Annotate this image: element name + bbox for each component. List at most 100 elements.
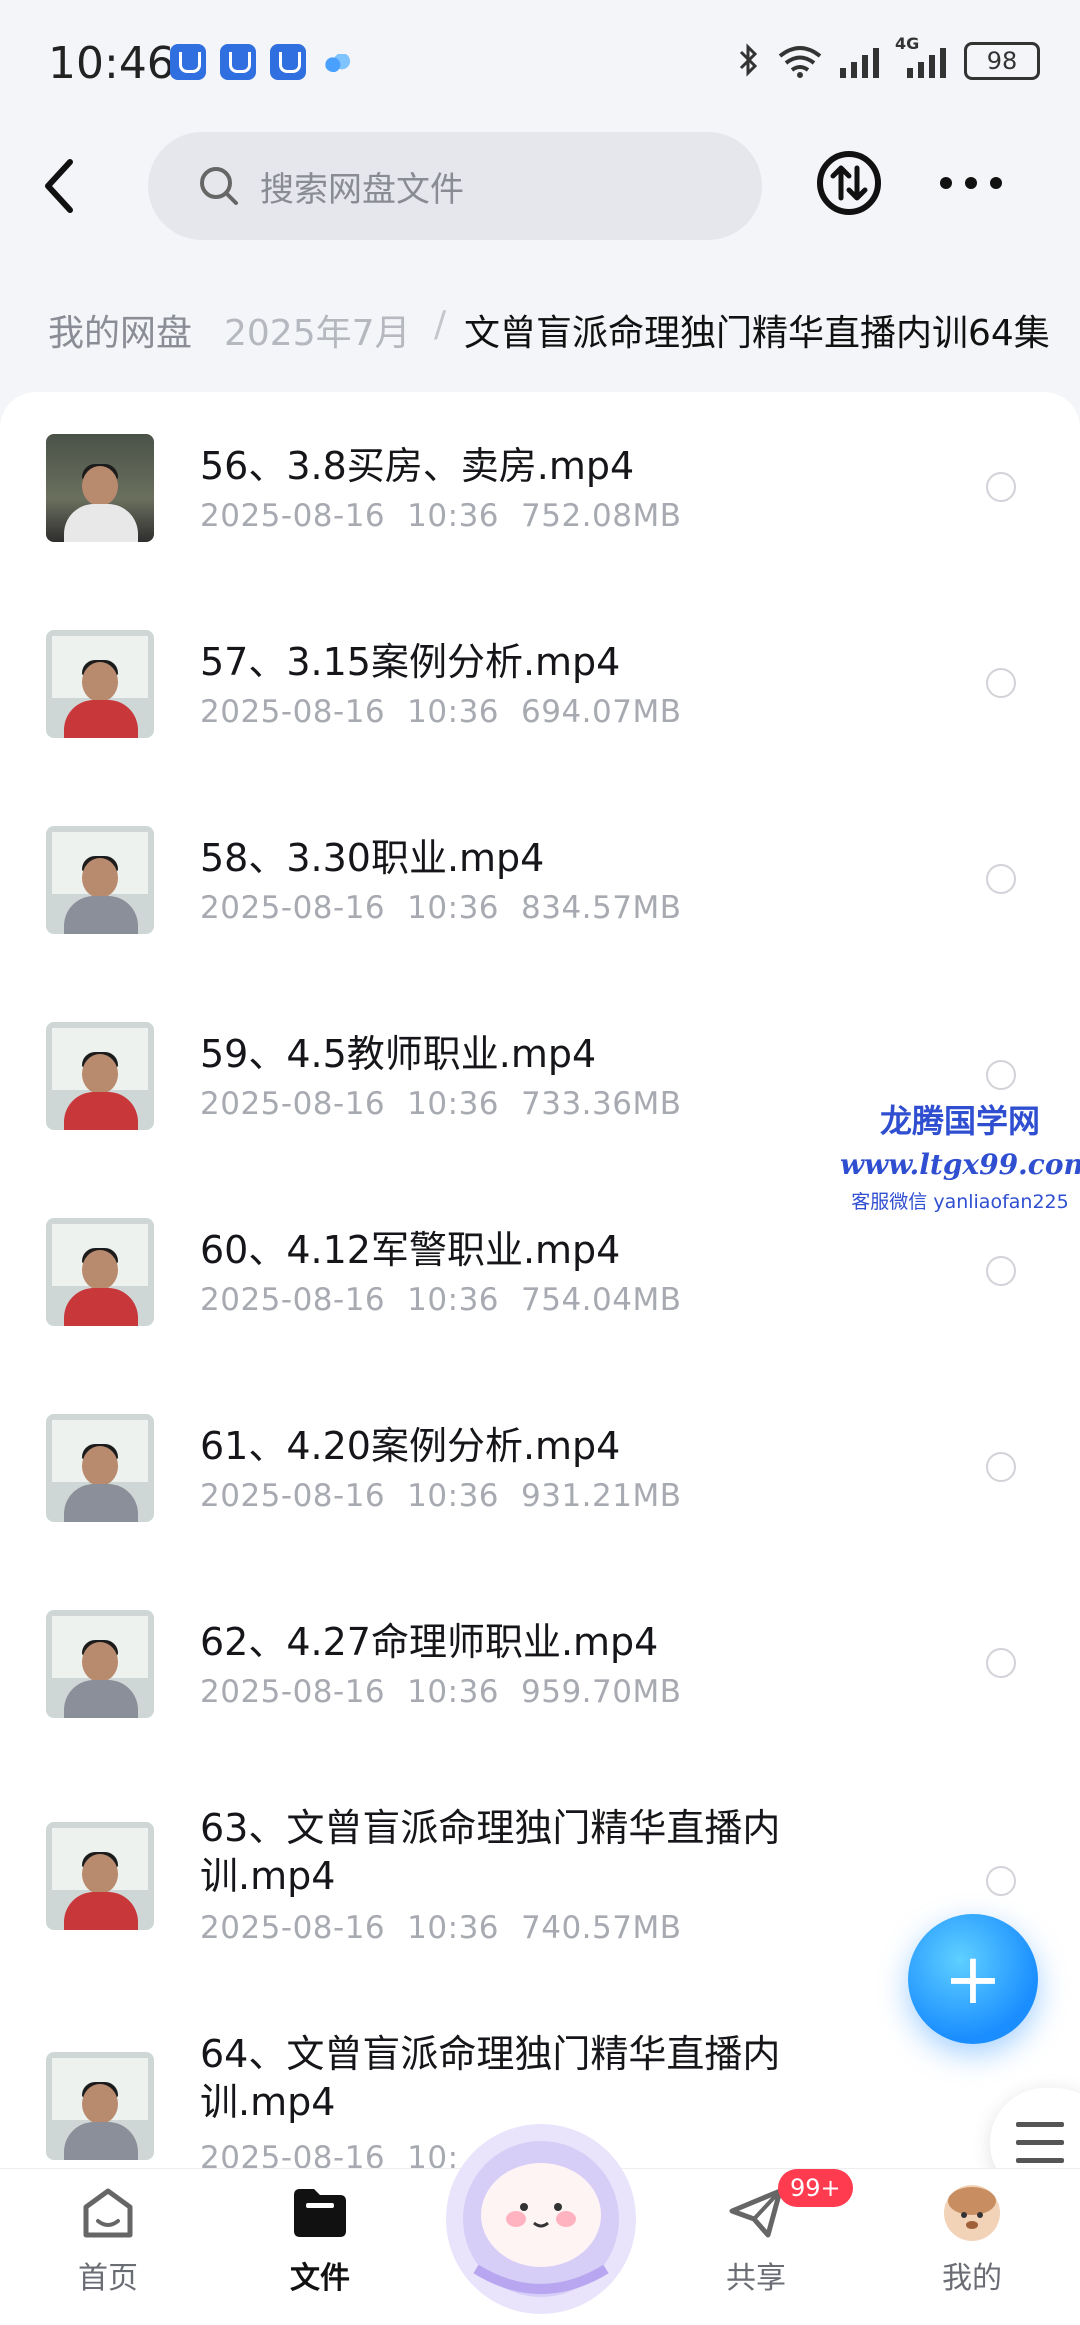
file-time: 10:36 bbox=[407, 1674, 500, 1710]
select-radio[interactable] bbox=[986, 1256, 1016, 1286]
file-date: 2025-08-16 bbox=[200, 1910, 386, 1946]
video-thumbnail bbox=[46, 1022, 154, 1130]
file-date: 2025-08-16 bbox=[200, 890, 386, 926]
select-radio[interactable] bbox=[986, 1060, 1016, 1090]
home-icon bbox=[83, 2188, 133, 2238]
search-input[interactable]: 搜索网盘文件 bbox=[148, 132, 762, 240]
assistant-mascot-icon[interactable] bbox=[436, 2119, 646, 2319]
nav-home[interactable]: 首页 bbox=[28, 2183, 188, 2297]
network-type-label: 4G bbox=[895, 34, 920, 53]
bluetooth-icon bbox=[739, 43, 758, 77]
file-meta: 2025-08-16 10:36 740.57MB bbox=[200, 1910, 682, 1946]
bottom-nav: 首页 文件 共享 99+ 我的 bbox=[0, 2124, 1080, 2325]
file-size: 834.57MB bbox=[521, 890, 682, 926]
select-radio[interactable] bbox=[986, 1866, 1016, 1896]
file-size: 959.70MB bbox=[521, 1674, 682, 1710]
file-date: 2025-08-16 bbox=[200, 1086, 386, 1122]
file-meta: 2025-08-16 10:36 931.21MB bbox=[200, 1478, 682, 1514]
file-row[interactable]: 60、4.12军警职业.mp4 2025-08-16 10:36 754.04MB bbox=[0, 1202, 1080, 1398]
file-time: 10:36 bbox=[407, 498, 500, 534]
file-meta: 2025-08-16 10:36 752.08MB bbox=[200, 498, 682, 534]
back-arrow-icon[interactable] bbox=[36, 156, 88, 216]
search-placeholder: 搜索网盘文件 bbox=[260, 169, 464, 210]
notification-icons bbox=[170, 44, 356, 80]
file-date: 2025-08-16 bbox=[200, 1478, 386, 1514]
file-meta: 2025-08-16 10:36 694.07MB bbox=[200, 694, 682, 730]
more-options-icon[interactable] bbox=[936, 168, 1006, 198]
app-notification-icon bbox=[270, 44, 306, 80]
breadcrumb-item[interactable]: 2025年7月 bbox=[224, 304, 411, 356]
video-thumbnail bbox=[46, 630, 154, 738]
file-time: 10:36 bbox=[407, 694, 500, 730]
video-thumbnail bbox=[46, 1414, 154, 1522]
status-indicators: 4G 98 bbox=[738, 34, 1040, 80]
file-list: 56、3.8买房、卖房.mp4 2025-08-16 10:36 752.08MB … bbox=[0, 392, 1080, 2172]
avatar bbox=[944, 2185, 1000, 2241]
top-bar: 搜索网盘文件 bbox=[0, 120, 1080, 250]
video-thumbnail bbox=[46, 434, 154, 542]
video-thumbnail bbox=[46, 826, 154, 934]
file-row[interactable]: 61、4.20案例分析.mp4 2025-08-16 10:36 931.21MB bbox=[0, 1398, 1080, 1594]
watermark-site: www.ltgx99.com bbox=[840, 1148, 1080, 1181]
file-row[interactable]: 57、3.15案例分析.mp4 2025-08-16 10:36 694.07MB bbox=[0, 614, 1080, 810]
file-size: 740.57MB bbox=[521, 1910, 682, 1946]
file-time: 10:36 bbox=[407, 1086, 500, 1122]
file-row[interactable]: 62、4.27命理师职业.mp4 2025-08-16 10:36 959.70MB bbox=[0, 1594, 1080, 1790]
file-row[interactable]: 58、3.30职业.mp4 2025-08-16 10:36 834.57MB bbox=[0, 810, 1080, 1006]
file-name: 60、4.12军警职业.mp4 bbox=[200, 1228, 621, 1272]
plus-icon: + bbox=[943, 1938, 1003, 2020]
file-meta: 2025-08-16 10:36 733.36MB bbox=[200, 1086, 682, 1122]
file-time: 10:36 bbox=[407, 1910, 500, 1946]
select-radio[interactable] bbox=[986, 864, 1016, 894]
file-name: 56、3.8买房、卖房.mp4 bbox=[200, 444, 635, 488]
app-notification-icon bbox=[220, 44, 256, 80]
nav-files[interactable]: 文件 bbox=[240, 2183, 400, 2297]
file-time: 10:36 bbox=[407, 1478, 500, 1514]
watermark-title: 龙腾国学网 bbox=[879, 1102, 1040, 1140]
battery-icon: 98 bbox=[964, 42, 1040, 80]
select-radio[interactable] bbox=[986, 1452, 1016, 1482]
battery-level: 98 bbox=[986, 47, 1018, 75]
status-time: 10:46 bbox=[48, 38, 175, 89]
file-name: 57、3.15案例分析.mp4 bbox=[200, 640, 621, 684]
file-name: 63、文曾盲派命理独门精华直播内训.mp4 bbox=[200, 1806, 781, 1898]
nav-home-label: 首页 bbox=[78, 2261, 138, 2296]
breadcrumb: 2025年7月 我的网盘 / 文曾盲派命理独门精华直播内训64集 bbox=[0, 290, 1080, 370]
watermark-contact: 客服微信 yanliaofan225 bbox=[851, 1191, 1069, 1213]
status-bar: 10:46 4G 98 bbox=[0, 0, 1080, 120]
cloud-app-icon bbox=[320, 44, 356, 80]
signal-4g-icon: 4G bbox=[895, 34, 946, 78]
file-date: 2025-08-16 bbox=[200, 694, 386, 730]
add-button[interactable]: + bbox=[908, 1914, 1038, 2044]
file-size: 733.36MB bbox=[521, 1086, 682, 1122]
file-name: 62、4.27命理师职业.mp4 bbox=[200, 1620, 659, 1664]
file-meta: 2025-08-16 10:36 959.70MB bbox=[200, 1674, 682, 1710]
nav-share-label: 共享 bbox=[726, 2261, 786, 2296]
file-name: 61、4.20案例分析.mp4 bbox=[200, 1424, 621, 1468]
file-size: 694.07MB bbox=[521, 694, 682, 730]
app-notification-icon bbox=[170, 44, 206, 80]
file-size: 752.08MB bbox=[521, 498, 682, 534]
select-radio[interactable] bbox=[986, 668, 1016, 698]
nav-files-label: 文件 bbox=[290, 2261, 350, 2296]
transfer-icon[interactable] bbox=[816, 150, 882, 216]
breadcrumb-root[interactable]: 我的网盘 bbox=[48, 304, 209, 356]
select-radio[interactable] bbox=[986, 472, 1016, 502]
search-icon bbox=[200, 167, 238, 205]
nav-me[interactable]: 我的 bbox=[892, 2183, 1052, 2297]
file-row[interactable]: 56、3.8买房、卖房.mp4 2025-08-16 10:36 752.08MB bbox=[0, 418, 1080, 614]
wifi-icon bbox=[778, 46, 822, 78]
file-time: 10:36 bbox=[407, 1282, 500, 1318]
file-name: 58、3.30职业.mp4 bbox=[200, 836, 545, 880]
signal-icon bbox=[840, 44, 879, 78]
nav-me-label: 我的 bbox=[942, 2261, 1002, 2296]
watermark: 龙腾国学网 www.ltgx99.com 客服微信 yanliaofan225 bbox=[840, 1096, 1080, 1214]
notification-badge: 99+ bbox=[778, 2169, 853, 2207]
file-meta: 2025-08-16 10:36 834.57MB bbox=[200, 890, 682, 926]
file-time: 10:36 bbox=[407, 890, 500, 926]
video-thumbnail bbox=[46, 1822, 154, 1930]
select-radio[interactable] bbox=[986, 1648, 1016, 1678]
file-name: 64、文曾盲派命理独门精华直播内训.mp4 bbox=[200, 2032, 781, 2124]
file-date: 2025-08-16 bbox=[200, 1674, 386, 1710]
file-date: 2025-08-16 bbox=[200, 498, 386, 534]
